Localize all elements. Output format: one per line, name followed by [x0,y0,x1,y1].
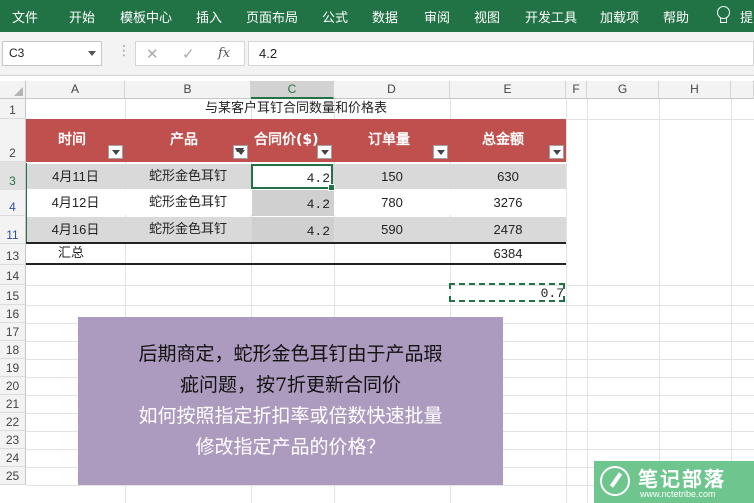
column-header-overflow[interactable] [731,81,754,99]
tab-data[interactable]: 数据 [372,7,398,26]
note-line-2: 疵问题，按7折更新合同价 [179,374,402,396]
row-header[interactable]: 17 [0,323,26,341]
header-time[interactable]: 时间 [58,119,86,162]
filter-dropdown-icon[interactable] [108,145,123,159]
column-header-b[interactable]: B [125,81,251,99]
row-header[interactable]: 22 [0,413,26,431]
row-header[interactable]: 1 [0,99,26,119]
cell-b3[interactable]: 蛇形金色耳钉 [125,164,251,189]
pen-icon [600,466,630,496]
filter-active-icon[interactable] [233,145,248,159]
watermark-logo: 笔记部落 www.nctetribe.com [594,461,754,503]
gridline [26,285,754,286]
enter-icon[interactable]: ✓ [182,45,195,63]
annotation-box: 后期商定，蛇形金色耳钉由于产品瑕 疵问题，按7折更新合同价 如何按照指定折扣率或… [78,317,503,485]
header-product[interactable]: 产品 [170,119,198,162]
chevron-down-icon[interactable] [88,51,96,56]
row-header[interactable]: 25 [0,467,26,485]
row-header[interactable]: 19 [0,359,26,377]
cell-e4[interactable]: 3276 [450,190,566,215]
cell-e11[interactable]: 2478 [450,217,566,242]
cell-e13[interactable]: 6384 [450,242,566,263]
name-box-value: C3 [9,46,25,60]
tab-review[interactable]: 审阅 [424,7,450,26]
total-bottom-border [26,263,566,265]
cell-d4[interactable]: 780 [334,190,450,215]
row-header[interactable]: 15 [0,285,26,305]
cell-e15[interactable]: 0.7 [450,282,564,302]
cell-c4[interactable]: 4.2 [252,190,334,215]
gridline [566,99,567,503]
column-header-a[interactable]: A [26,81,125,99]
note-line-3: 如何按照指定折扣率或倍数快速批量 [138,405,443,427]
formula-buttons: ✕ ✓ fx [135,41,245,66]
column-header-g[interactable]: G [587,81,659,99]
watermark-name: 笔记部落 [638,467,726,491]
cell-a11[interactable]: 4月16日 [26,217,125,242]
filter-dropdown-icon[interactable] [433,145,448,159]
gridline [26,305,754,306]
tab-formulas[interactable]: 公式 [322,7,348,26]
lightbulb-icon[interactable] [716,6,730,24]
row-header[interactable]: 21 [0,395,26,413]
row-header[interactable]: 13 [0,244,26,265]
row-header[interactable]: 3 [0,162,26,190]
row-header[interactable]: 24 [0,449,26,467]
drag-handle-icon[interactable]: ⋮ [117,43,131,59]
row-header[interactable]: 11 [0,216,26,244]
row-header[interactable]: 4 [0,190,26,216]
gridline [731,99,732,503]
header-contract-price[interactable]: 合同价($) [254,119,319,162]
row-header[interactable]: 16 [0,305,26,323]
tab-help[interactable]: 帮助 [663,7,689,26]
gridline [659,99,660,503]
select-all-button[interactable] [0,81,26,99]
column-header-e[interactable]: E [450,81,566,99]
gridline [587,99,588,503]
column-header-c[interactable]: C [251,81,334,99]
table-title[interactable]: 与某客户耳钉合同数量和价格表 [26,99,566,119]
tab-developer[interactable]: 开发工具 [525,7,577,26]
tab-home[interactable]: 开始 [69,7,95,26]
column-header-h[interactable]: H [659,81,731,99]
cell-c11[interactable]: 4.2 [252,217,334,242]
note-line-4: 修改指定产品的价格？ [195,436,386,458]
header-order-qty[interactable]: 订单量 [368,119,410,162]
watermark-url: www.nctetribe.com [640,489,716,499]
formula-input[interactable]: 4.2 [248,41,754,66]
tab-insert[interactable]: 插入 [196,7,222,26]
header-total-amount[interactable]: 总金额 [482,119,524,162]
row-header[interactable]: 18 [0,341,26,359]
cancel-icon[interactable]: ✕ [146,45,159,63]
row-header[interactable]: 2 [0,119,26,162]
cell-b11[interactable]: 蛇形金色耳钉 [125,217,251,242]
cell-a3[interactable]: 4月11日 [26,164,125,189]
insert-function-icon[interactable]: fx [218,46,230,61]
filter-dropdown-icon[interactable] [317,145,332,159]
row-header[interactable]: 14 [0,265,26,285]
tab-template-center[interactable]: 模板中心 [120,7,172,26]
cell-a13[interactable]: 汇总 [58,242,98,263]
name-box[interactable]: C3 [2,41,102,66]
cell-a4[interactable]: 4月12日 [26,190,125,215]
row-header[interactable]: 23 [0,431,26,449]
formula-bar: C3 ⋮ ✕ ✓ fx 4.2 [0,32,754,76]
filter-dropdown-icon[interactable] [549,145,564,159]
note-line-1: 后期商定，蛇形金色耳钉由于产品瑕 [138,343,443,365]
row-header[interactable]: 20 [0,377,26,395]
tab-page-layout[interactable]: 页面布局 [246,7,298,26]
tab-file[interactable]: 文件 [12,7,38,26]
cell-d11[interactable]: 590 [334,217,450,242]
cell-b4[interactable]: 蛇形金色耳钉 [125,190,251,215]
tab-addins[interactable]: 加载项 [600,7,639,26]
tell-me-label[interactable]: 提 [740,7,753,26]
cell-d3[interactable]: 150 [334,164,450,189]
ribbon-tabs: 文件 开始 模板中心 插入 页面布局 公式 数据 审阅 视图 开发工具 加载项 … [0,0,754,32]
cell-e3[interactable]: 630 [450,164,566,189]
column-header-d[interactable]: D [334,81,450,99]
cell-c3[interactable]: 4.2 [252,164,334,189]
column-header-f[interactable]: F [566,81,587,99]
tab-view[interactable]: 视图 [474,7,500,26]
